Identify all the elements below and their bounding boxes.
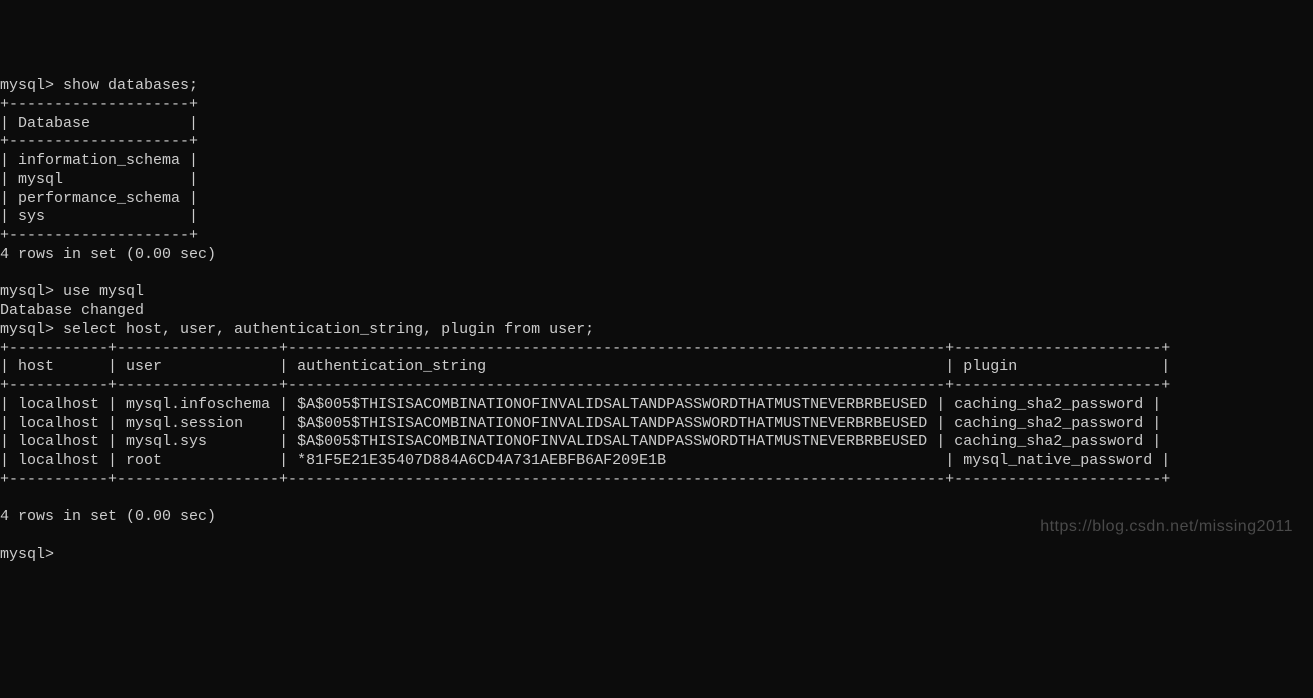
table-border: +-----------+------------------+--------… — [0, 340, 1313, 359]
prompt-line[interactable]: mysql> — [0, 546, 1313, 565]
cell-auth: $A$005$THISISACOMBINATIONOFINVALIDSALTAN… — [297, 396, 927, 413]
cell-plugin: caching_sha2_password — [954, 433, 1143, 450]
command-text: show databases; — [63, 77, 198, 94]
col-header-user: user — [126, 358, 162, 375]
cell-auth: $A$005$THISISACOMBINATIONOFINVALIDSALTAN… — [297, 433, 927, 450]
table-row: | localhost | mysql.infoschema | $A$005$… — [0, 396, 1313, 415]
table-row: | mysql | — [0, 171, 1313, 190]
col-header-database: Database — [18, 115, 90, 132]
table-border: +--------------------+ — [0, 133, 1313, 152]
command-text: select host, user, authentication_string… — [63, 321, 594, 338]
col-header-auth: authentication_string — [297, 358, 486, 375]
cell-auth: *81F5E21E35407D884A6CD4A731AEBFB6AF209E1… — [297, 452, 666, 469]
cell-plugin: mysql_native_password — [963, 452, 1152, 469]
prompt: mysql> — [0, 283, 54, 300]
table-border: +--------------------+ — [0, 96, 1313, 115]
watermark-text: https://blog.csdn.net/missing2011 — [1040, 517, 1293, 537]
table-border: +--------------------+ — [0, 227, 1313, 246]
cell-value: sys — [18, 208, 45, 225]
table-row: | performance_schema | — [0, 190, 1313, 209]
table-header-row: | Database | — [0, 115, 1313, 134]
cell-plugin: caching_sha2_password — [954, 396, 1143, 413]
cell-host: localhost — [18, 396, 99, 413]
table-row: | localhost | mysql.session | $A$005$THI… — [0, 415, 1313, 434]
cell-user: mysql.session — [126, 415, 243, 432]
command-text: use mysql — [63, 283, 144, 300]
table-border: +-----------+------------------+--------… — [0, 377, 1313, 396]
cell-plugin: caching_sha2_password — [954, 415, 1143, 432]
cell-value: mysql — [18, 171, 63, 188]
cell-user: mysql.infoschema — [126, 396, 270, 413]
table-row: | information_schema | — [0, 152, 1313, 171]
cell-host: localhost — [18, 415, 99, 432]
status-message: Database changed — [0, 302, 1313, 321]
cmd-line-2: mysql> use mysql — [0, 283, 1313, 302]
cell-user: mysql.sys — [126, 433, 207, 450]
col-header-host: host — [18, 358, 54, 375]
table-row: | localhost | root | *81F5E21E35407D884A… — [0, 452, 1313, 471]
table-header-row: | host | user | authentication_string | … — [0, 358, 1313, 377]
cell-value: performance_schema — [18, 190, 180, 207]
table-row: | localhost | mysql.sys | $A$005$THISISA… — [0, 433, 1313, 452]
blank-line — [0, 265, 1313, 284]
cell-user: root — [126, 452, 162, 469]
blank-line — [0, 490, 1313, 509]
table-border: +-----------+------------------+--------… — [0, 471, 1313, 490]
prompt: mysql> — [0, 77, 54, 94]
result-summary: 4 rows in set (0.00 sec) — [0, 246, 1313, 265]
cmd-line-3: mysql> select host, user, authentication… — [0, 321, 1313, 340]
cell-host: localhost — [18, 433, 99, 450]
col-header-plugin: plugin — [963, 358, 1017, 375]
terminal-output: mysql> show databases;+-----------------… — [0, 75, 1313, 567]
cell-host: localhost — [18, 452, 99, 469]
cmd-line-1: mysql> show databases; — [0, 77, 1313, 96]
prompt: mysql> — [0, 546, 54, 563]
prompt: mysql> — [0, 321, 54, 338]
cell-value: information_schema — [18, 152, 180, 169]
cell-auth: $A$005$THISISACOMBINATIONOFINVALIDSALTAN… — [297, 415, 927, 432]
table-row: | sys | — [0, 208, 1313, 227]
